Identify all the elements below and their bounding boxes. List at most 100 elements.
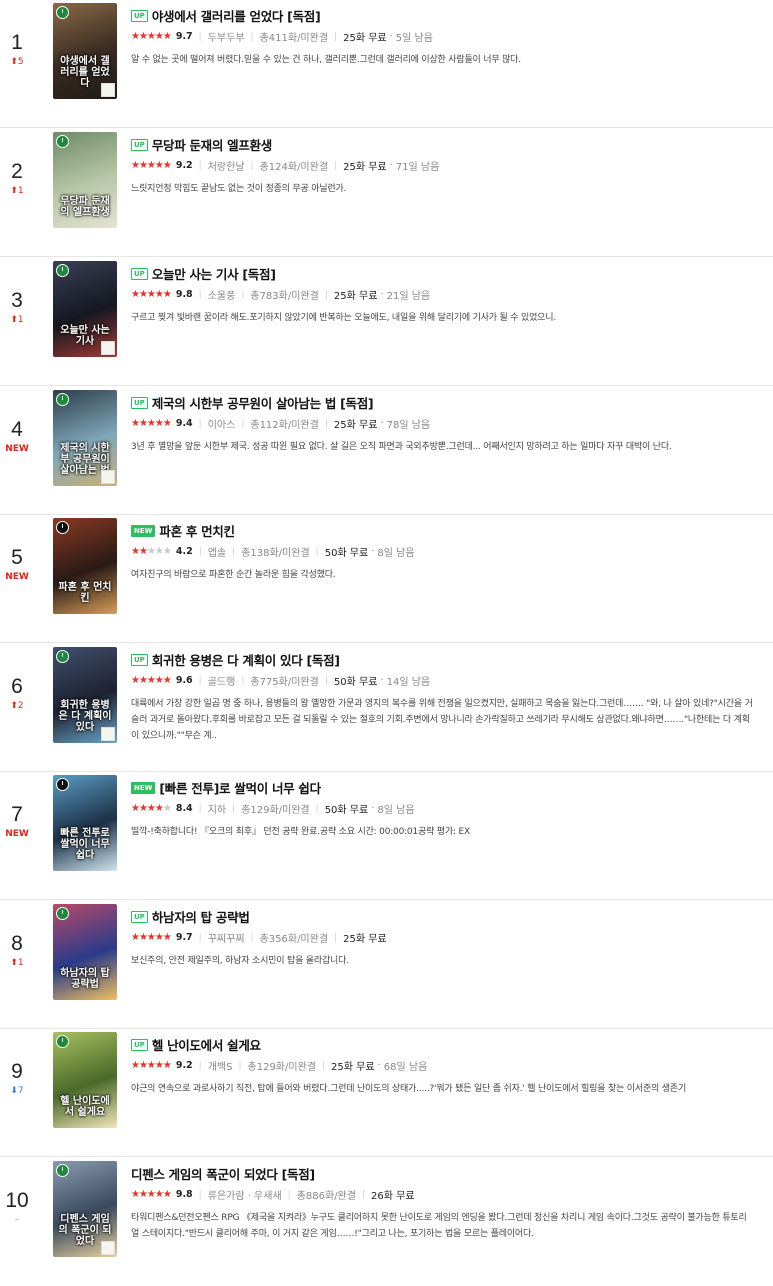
rank-change: ⬇7 <box>10 1086 24 1096</box>
item-info: UP 오늘만 사는 기사 [독점] ★★★★★ 9.8 | 소울풍 | 총783화/미완결 | 2… <box>131 264 753 326</box>
up-badge: UP <box>131 138 148 151</box>
cover-thumbnail[interactable]: 제국의 시한부 공무원이 살아남는 법 <box>53 390 117 486</box>
author-name[interactable]: 지하 <box>208 801 226 816</box>
rating-score: 4.2 <box>175 546 193 557</box>
work-title[interactable]: 디펜스 게임의 폭군이 되었다 [독점] <box>131 1164 315 1183</box>
cover-thumbnail[interactable]: 회귀한 용병은 다 계획이 있다 <box>53 647 117 743</box>
author-name[interactable]: 엡솔 <box>208 544 226 559</box>
author-name[interactable]: 개백S <box>208 1058 233 1073</box>
free-episodes: 50화 무료 <box>333 677 378 688</box>
dot-separator: · <box>377 1060 381 1071</box>
author-name[interactable]: 소울풍 <box>208 287 236 302</box>
list-item[interactable]: 10 – 디펜스 게임의 폭군이 되었다 디펜스 게임의 폭군이 되었다 [독점] ★★… <box>0 1158 773 1286</box>
work-title[interactable]: 야생에서 갤러리를 얻었다 [독점] <box>152 6 321 25</box>
cover-thumbnail[interactable]: 하남자의 탑 공략법 <box>53 904 117 1000</box>
list-item[interactable]: 7 NEW 빠른 전투로 쌀먹이 너무 쉽다 NEW [빠른 전투]로 쌀먹이 너무 쉽… <box>0 772 773 900</box>
rank-number: 7 <box>11 803 23 826</box>
cover-thumbnail[interactable]: 야생에서 갤러리를 얻었다 <box>53 3 117 99</box>
rating-score: 9.8 <box>175 289 193 300</box>
rank-change: ⬆1 <box>10 186 24 196</box>
cover-thumbnail[interactable]: 무당파 둔재의 엘프환생 <box>53 132 117 228</box>
divider: | <box>334 160 338 171</box>
work-title[interactable]: 헬 난이도에서 쉴게요 <box>152 1035 261 1054</box>
up-badge: UP <box>131 1038 148 1051</box>
divider: | <box>241 418 245 429</box>
star-rating-icon: ★★★★★ <box>131 31 172 42</box>
divider: | <box>315 803 319 814</box>
item-info: UP 야생에서 갤러리를 얻었다 [독점] ★★★★★ 9.7 | 두부두부 | 총411화/… <box>131 6 753 68</box>
list-item[interactable]: 1 ⬆5 야생에서 갤러리를 얻었다 UP 야생에서 갤러리를 얻었다 [독점] ★★★★… <box>0 0 773 128</box>
episode-count: 총129화/미완결 <box>247 1062 316 1073</box>
episode-count: 총411화/미완결 <box>259 33 329 44</box>
divider: | <box>232 803 236 814</box>
rating-score: 9.6 <box>175 675 193 686</box>
work-title[interactable]: 회귀한 용병은 다 계획이 있다 [독점] <box>152 650 340 669</box>
author-name[interactable]: 두부두부 <box>208 29 245 44</box>
episode-count: 총356화/미완결 <box>259 934 329 945</box>
rank-number: 6 <box>11 675 23 698</box>
cover-thumbnail[interactable]: 오늘만 사는 기사 <box>53 261 117 357</box>
rank-change: ⬆2 <box>10 701 24 711</box>
cover-thumbnail[interactable]: 헬 난이도에서 쉴게요 <box>53 1032 117 1128</box>
author-name[interactable]: 이아스 <box>208 416 236 431</box>
exclusive-mark-icon <box>101 727 115 741</box>
rank-block: 5 NEW <box>0 546 34 583</box>
cover-thumbnail[interactable]: 파혼 후 먼치킨 <box>53 518 117 614</box>
clock-icon <box>56 393 69 406</box>
title-line: NEW 파혼 후 먼치킨 <box>131 521 753 540</box>
cover-thumbnail[interactable]: 빠른 전투로 쌀먹이 너무 쉽다 <box>53 775 117 871</box>
episode-count: 총138화/미완결 <box>241 548 310 559</box>
work-title[interactable]: 제국의 시한부 공무원이 살아남는 법 [독점] <box>152 393 374 412</box>
star-rating-icon: ★★★★★ <box>131 546 172 557</box>
cover-thumbnail[interactable]: 디펜스 게임의 폭군이 되었다 <box>53 1161 117 1257</box>
rank-block: 7 NEW <box>0 803 34 840</box>
cover-title-art: 헬 난이도에서 쉴게요 <box>60 1096 110 1118</box>
list-item[interactable]: 3 ⬆1 오늘만 사는 기사 UP 오늘만 사는 기사 [독점] ★★★★★ 9.8 | 소울풍… <box>0 258 773 386</box>
list-item[interactable]: 2 ⬆1 무당파 둔재의 엘프환생 UP 무당파 둔재의 엘프환생 ★★★★★ 9.2 | 처랑… <box>0 129 773 257</box>
free-episodes: 25화 무료 <box>331 1062 375 1073</box>
author-name[interactable]: 골드행 <box>208 673 236 688</box>
clock-icon <box>56 907 69 920</box>
cover-title-art: 무당파 둔재의 엘프환생 <box>60 196 110 218</box>
rating-score: 9.8 <box>175 1189 193 1200</box>
divider: | <box>250 932 254 943</box>
item-info: UP 하남자의 탑 공략법 ★★★★★ 9.7 | 꾸찌꾸찌 | 총356화/미완결 | 25화 … <box>131 907 753 969</box>
list-item[interactable]: 6 ⬆2 회귀한 용병은 다 계획이 있다 UP 회귀한 용병은 다 계획이 있다 [독… <box>0 644 773 772</box>
work-title[interactable]: [빠른 전투]로 쌀먹이 너무 쉽다 <box>159 778 321 797</box>
list-item[interactable]: 9 ⬇7 헬 난이도에서 쉴게요 UP 헬 난이도에서 쉴게요 ★★★★★ 9.2 | 개백S |… <box>0 1029 773 1157</box>
author-name[interactable]: 처랑한날 <box>208 158 245 173</box>
star-rating-icon: ★★★★★ <box>131 1189 172 1200</box>
free-episodes: 50화 무료 <box>324 805 369 816</box>
remaining-days: 68일 남음 <box>383 1062 428 1073</box>
clock-icon <box>56 778 69 791</box>
rank-number: 5 <box>11 546 23 569</box>
work-title[interactable]: 오늘만 사는 기사 [독점] <box>152 264 276 283</box>
meta-line: ★★★★★ 9.2 | 처랑한날 | 총124화/미완결 | 25화 무료 · 71일 남음 <box>131 158 753 173</box>
work-title[interactable]: 파혼 후 먼치킨 <box>159 521 235 540</box>
star-rating-icon: ★★★★★ <box>131 160 172 171</box>
title-line: UP 오늘만 사는 기사 [독점] <box>131 264 753 283</box>
list-item[interactable]: 4 NEW 제국의 시한부 공무원이 살아남는 법 UP 제국의 시한부 공무원이 살아… <box>0 387 773 515</box>
rank-change: NEW <box>5 444 29 454</box>
work-title[interactable]: 하남자의 탑 공략법 <box>152 907 250 926</box>
star-rating-icon: ★★★★★ <box>131 803 172 814</box>
work-description: 알 수 없는 곳에 떨어져 버렸다.믿을 수 있는 건 하나, 갤러리뿐.그런데… <box>131 55 521 65</box>
divider: | <box>198 418 202 429</box>
rank-block: 6 ⬆2 <box>0 675 34 712</box>
work-title[interactable]: 무당파 둔재의 엘프환생 <box>152 135 272 154</box>
clock-icon <box>56 264 69 277</box>
divider: | <box>334 31 338 42</box>
work-description: 대륙에서 가장 강한 일곱 명 중 하나, 용병들의 왕 옐망한 가문과 영지의… <box>131 699 753 741</box>
remaining-days: 5일 남음 <box>395 33 433 44</box>
divider: | <box>250 160 254 171</box>
rank-block: 4 NEW <box>0 419 34 455</box>
author-name[interactable]: 꾸찌꾸찌 <box>208 930 245 945</box>
rating-score: 9.4 <box>175 418 193 429</box>
episode-count: 총129화/미완결 <box>241 805 310 816</box>
remaining-days: 8일 남음 <box>377 805 415 816</box>
star-rating-icon: ★★★★★ <box>131 418 172 429</box>
item-info: UP 회귀한 용병은 다 계획이 있다 [독점] ★★★★★ 9.6 | 골드행 | 총775… <box>131 650 753 744</box>
list-item[interactable]: 8 ⬆1 하남자의 탑 공략법 UP 하남자의 탑 공략법 ★★★★★ 9.7 | 꾸찌꾸찌 | 총… <box>0 901 773 1029</box>
list-item[interactable]: 5 NEW 파혼 후 먼치킨 NEW 파혼 후 먼치킨 ★★★★★ 4.2 | 엡솔 | 총138화… <box>0 515 773 643</box>
author-name[interactable]: 류은가람 · 우새새 <box>208 1187 282 1202</box>
